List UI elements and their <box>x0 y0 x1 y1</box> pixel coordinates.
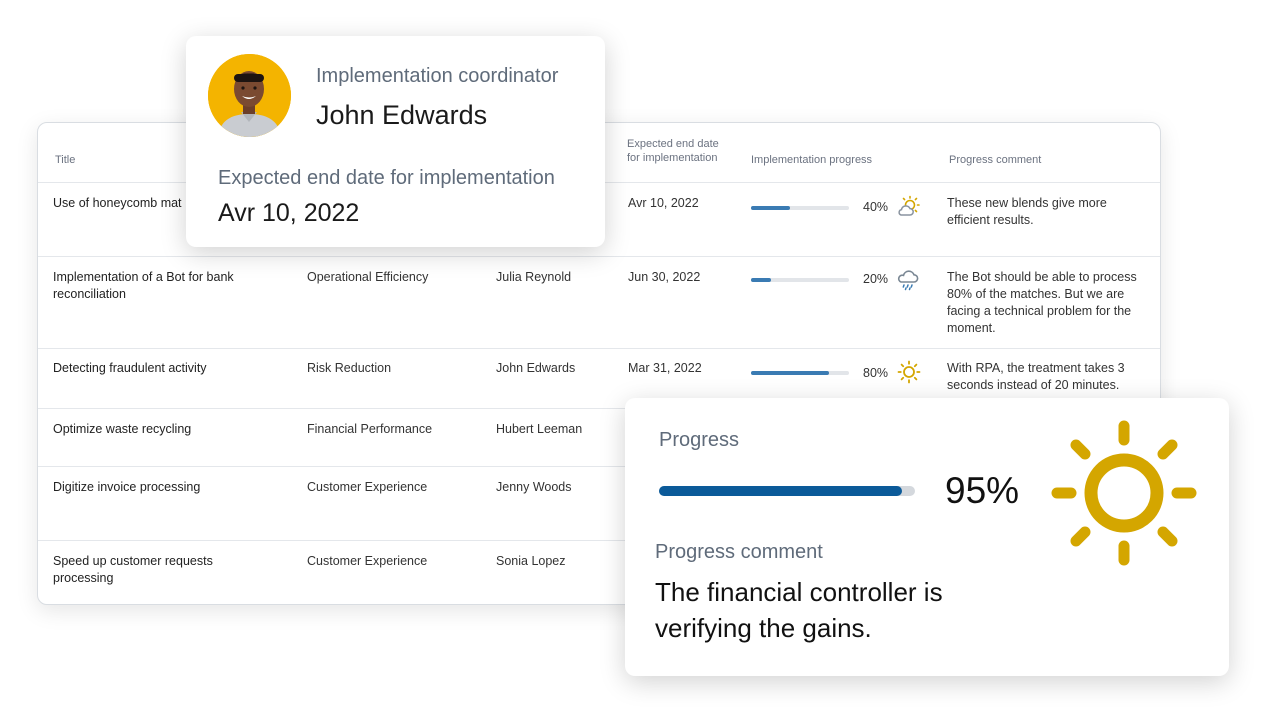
rain-cloud-icon <box>897 270 919 291</box>
comment-text: The financial controller is verifying th… <box>655 577 943 643</box>
row-title: Optimize waste recycling <box>53 422 192 436</box>
progress-label: Progress <box>659 429 740 451</box>
row-category: Financial Performance <box>307 422 433 436</box>
progress-fill <box>751 278 771 282</box>
row-coordinator[interactable]: John Edwards <box>496 360 575 377</box>
header-title[interactable]: Title <box>55 153 75 167</box>
header-progress[interactable]: Implementation progress <box>751 153 872 167</box>
row-end-date: Mar 31, 2022 <box>628 361 702 375</box>
row-coordinator[interactable]: Julia Reynold <box>496 269 571 286</box>
row-category: Customer Experience <box>307 480 428 494</box>
end-date-label: Expected end date for implementation <box>218 167 555 189</box>
row-title: Speed up customer requests processing <box>53 554 213 585</box>
row-category: Risk Reduction <box>307 361 392 375</box>
row-coordinator[interactable]: Hubert Leeman <box>496 421 582 438</box>
row-category: Operational Efficiency <box>307 270 429 284</box>
header-end-date-line1: Expected end date <box>627 138 719 150</box>
row-divider <box>38 256 1160 257</box>
progress-percent: 20% <box>863 272 889 286</box>
progress-percent: 95% <box>945 470 1020 511</box>
avatar <box>208 54 291 137</box>
coordinator-role: Implementation coordinator <box>316 65 559 87</box>
row-coordinator[interactable]: Sonia Lopez <box>496 553 566 570</box>
row-title: Implementation of a Bot for bank reconci… <box>53 270 234 301</box>
header-end-date[interactable]: Expected end date for implementation <box>627 137 719 165</box>
row-comment: With RPA, the treatment takes 3 seconds … <box>947 361 1125 392</box>
header-comment[interactable]: Progress comment <box>949 153 1041 167</box>
progress-bar <box>751 278 849 282</box>
coordinator-name: John Edwards <box>316 100 488 130</box>
progress-fill <box>751 371 830 375</box>
row-title: Digitize invoice processing <box>53 480 201 494</box>
row-title: Detecting fraudulent activity <box>53 361 207 375</box>
progress-percent: 80% <box>863 366 889 380</box>
progress-bar <box>751 371 849 375</box>
progress-fill <box>751 206 791 210</box>
progress-bar <box>751 206 849 210</box>
row-comment: These new blends give more efficient res… <box>947 196 1107 227</box>
end-date-value: Avr 10, 2022 <box>218 199 360 227</box>
progress-bar <box>659 486 915 496</box>
row-category: Customer Experience <box>307 554 428 568</box>
sun-icon <box>897 360 921 384</box>
comment-label: Progress comment <box>655 541 823 563</box>
row-coordinator[interactable]: Jenny Woods <box>496 479 572 496</box>
coordinator-card: Implementation coordinator John Edwards … <box>186 36 605 247</box>
person-avatar-icon <box>208 54 291 137</box>
row-divider <box>38 348 1160 349</box>
header-end-date-line2: for implementation <box>627 152 718 164</box>
row-end-date: Jun 30, 2022 <box>628 270 701 284</box>
row-comment: The Bot should be able to process 80% of… <box>947 270 1137 335</box>
partly-cloudy-icon <box>898 195 920 216</box>
progress-percent: 40% <box>863 200 889 214</box>
progress-fill <box>659 486 903 496</box>
progress-card: Progress 95% Progress comment The financ… <box>625 398 1229 676</box>
row-end-date: Avr 10, 2022 <box>628 196 699 210</box>
sun-icon <box>1051 420 1197 566</box>
